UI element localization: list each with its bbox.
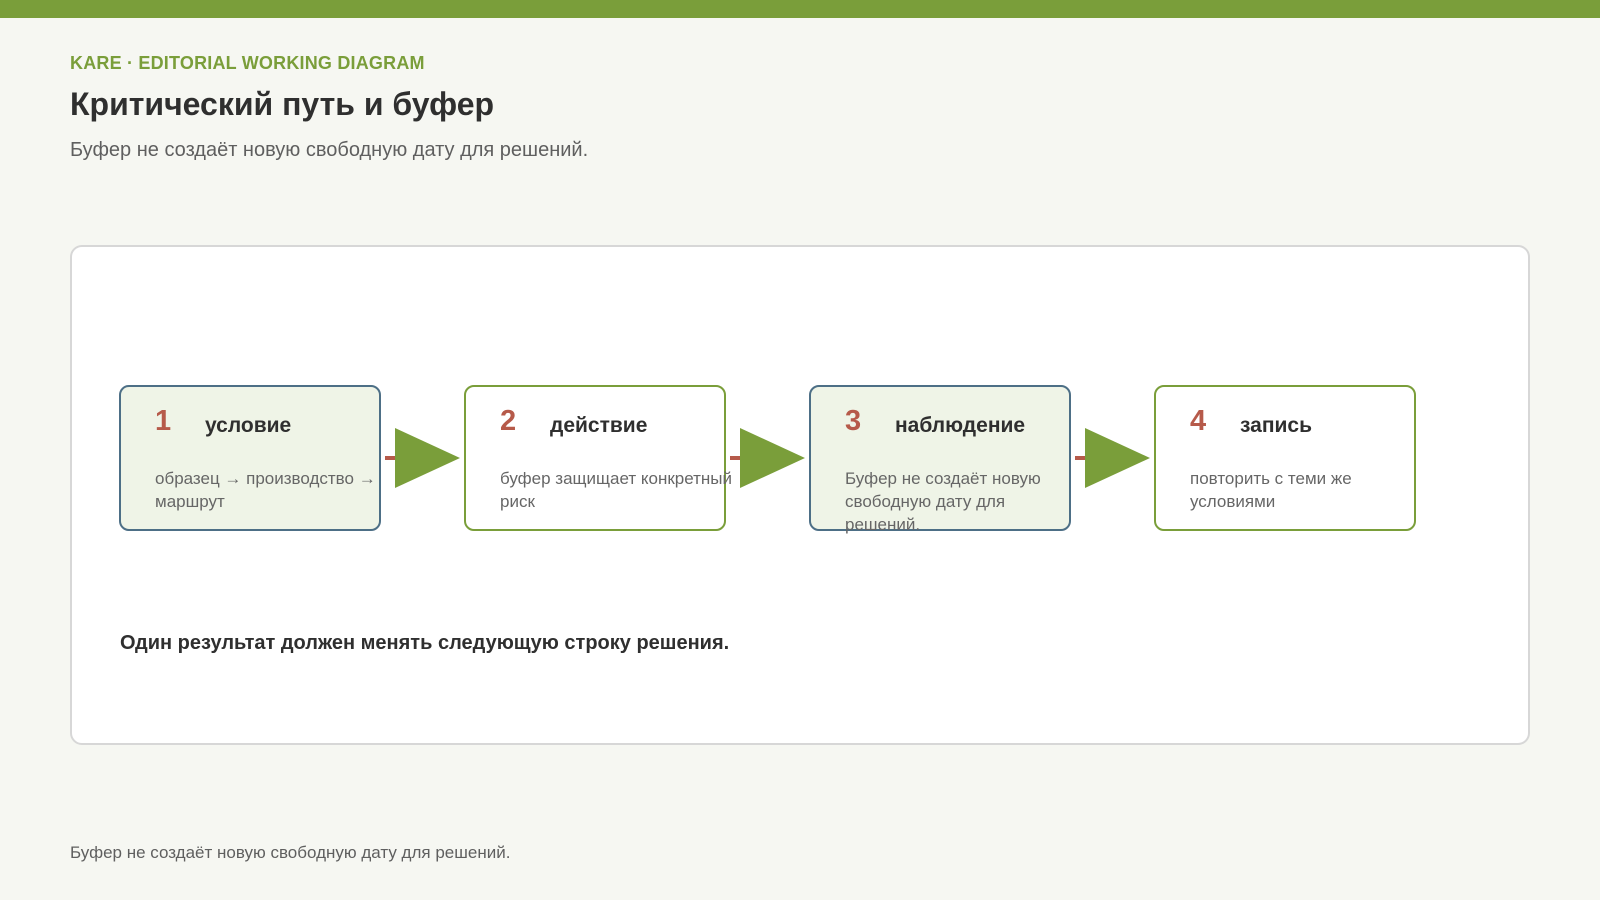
step-title: наблюдение [895,414,1026,437]
diagram-conclusion: Один результат должен менять следующую с… [120,632,730,654]
flow-step-condition: 1 условие образец → производство → маршр… [119,385,381,531]
step-description: буфер защищает конкретный риск [500,469,733,511]
step-number: 1 [155,405,172,437]
connector-3-4 [1075,428,1150,488]
connector-2-3 [730,428,805,488]
step-title: условие [205,414,292,437]
step-number: 2 [500,405,517,437]
step-description: Буфер не создаёт новую свободную дату дл… [845,469,1041,534]
step-title: запись [1240,414,1313,437]
arrow-right-icon [740,428,805,488]
step-description: повторить с теми же условиями [1190,469,1352,511]
flow-step-observation: 3 наблюдение Буфер не создаёт новую своб… [809,385,1071,534]
flow-step-action: 2 действие буфер защищает конкретный рис… [464,385,732,531]
arrow-right-icon [1085,428,1150,488]
connector-1-2 [385,428,460,488]
flow-step-record: 4 запись повторить с теми же условиями [1154,385,1416,531]
step-number: 4 [1190,405,1207,437]
step-description: образец → производство → маршрут [155,469,376,511]
footer-note: Буфер не создаёт новую свободную дату дл… [70,843,511,862]
arrow-right-icon [395,428,460,488]
step-number: 3 [845,405,862,437]
step-title: действие [550,414,648,437]
